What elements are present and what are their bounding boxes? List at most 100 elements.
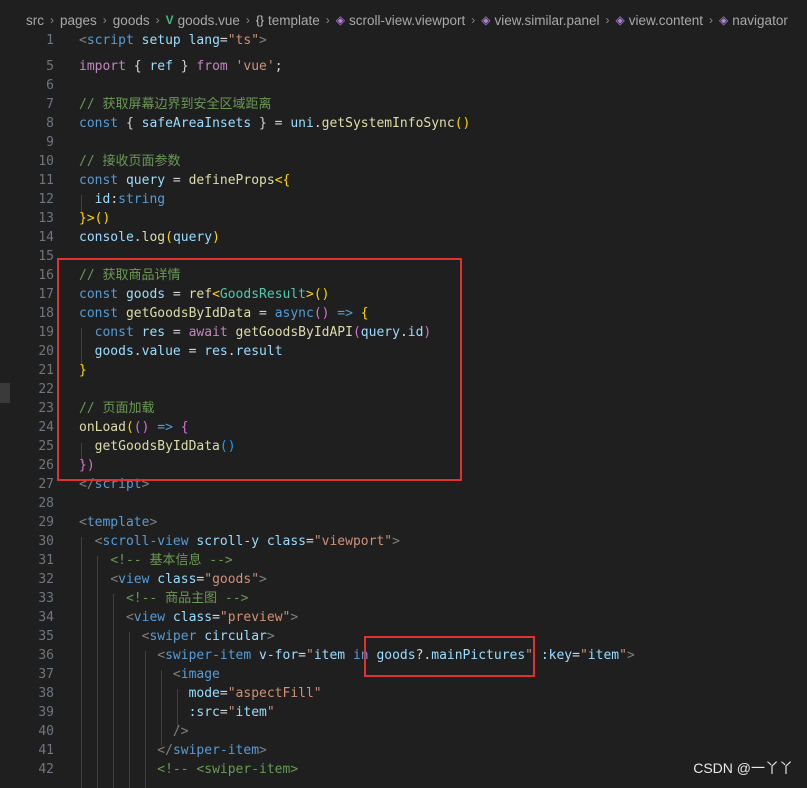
code-line: 30 <scroll-view scroll-y class="viewport…	[0, 532, 807, 551]
code-line: 22	[0, 380, 807, 399]
token: .	[133, 230, 142, 245]
code-line: 9	[0, 133, 807, 152]
token: image	[180, 667, 220, 682]
token: scroll-view	[102, 534, 189, 549]
token: getGoodsByIdAPI	[227, 325, 353, 340]
code-line: 36 <swiper-item v-for="item in goods?.ma…	[0, 646, 807, 665]
line-number: 6	[46, 78, 54, 93]
token: =	[298, 648, 306, 663]
breadcrumb-template[interactable]: {} template	[256, 13, 320, 28]
token: ()	[133, 420, 150, 435]
breadcrumb-pages[interactable]: pages	[60, 13, 97, 28]
breadcrumb-src[interactable]: src	[26, 13, 44, 28]
line-number: 16	[38, 268, 54, 283]
code-line: 5 import { ref } from 'vue';	[0, 57, 807, 76]
token: =	[180, 344, 205, 359]
token: getGoodsByIdData	[118, 306, 252, 321]
token: class	[259, 534, 306, 549]
token: mainPictures	[431, 648, 526, 663]
line-number: 33	[38, 591, 54, 606]
token: >	[259, 572, 267, 587]
line-number: 20	[38, 344, 54, 359]
token: {	[180, 420, 189, 435]
breadcrumb-label: view.content	[628, 12, 704, 28]
breadcrumb-file[interactable]: Vgoods.vue	[166, 13, 240, 28]
token: await	[188, 325, 228, 340]
token: from	[196, 59, 228, 74]
token: }>	[79, 211, 95, 226]
token: "	[227, 705, 236, 720]
token: swiper-item	[172, 743, 260, 758]
line-number: 37	[38, 667, 54, 682]
breadcrumb-label: view.similar.panel	[494, 12, 600, 28]
line-number: 19	[38, 325, 54, 340]
code-line: 18 const getGoodsByIdData = async() => {	[0, 304, 807, 323]
chevron-right-icon: ›	[709, 13, 714, 27]
breadcrumb-label: scroll-view.viewport	[348, 12, 466, 28]
token: (	[352, 325, 361, 340]
token: <	[110, 572, 119, 587]
breadcrumb-content[interactable]: ◈ view.content	[616, 13, 704, 28]
token: :key	[533, 648, 573, 663]
token: >	[141, 477, 150, 492]
code-line: 6	[0, 76, 807, 95]
token: })	[79, 458, 95, 473]
token: setup	[133, 33, 181, 48]
token: async	[274, 306, 314, 321]
token: <!-- 商品主图 -->	[125, 591, 249, 606]
token: {	[118, 116, 142, 131]
breadcrumb-navigator[interactable]: ◈ navigator	[719, 13, 788, 28]
code-line: 29 <template>	[0, 513, 807, 532]
token: 'vue'	[227, 59, 275, 74]
code-line: 15	[0, 247, 807, 266]
token: item	[235, 705, 267, 720]
line-number: 17	[38, 287, 54, 302]
code-line: 12 id:string	[0, 190, 807, 209]
token: const	[79, 287, 119, 302]
token: <	[79, 33, 87, 48]
token: />	[172, 724, 189, 739]
token: {	[360, 306, 369, 321]
line-number: 34	[38, 610, 54, 625]
token: "	[619, 648, 627, 663]
token: <	[125, 610, 134, 625]
line-number: 40	[38, 724, 54, 739]
chevron-right-icon: ›	[605, 13, 610, 27]
chevron-right-icon: ›	[245, 13, 250, 27]
line-number: 27	[38, 477, 54, 492]
token: import	[79, 59, 126, 74]
token: GoodsResult	[219, 287, 306, 302]
token: =	[219, 33, 228, 48]
code-line: 10 // 接收页面参数	[0, 152, 807, 171]
code-line: 19 const res = await getGoodsByIdAPI(que…	[0, 323, 807, 342]
breadcrumb-goods[interactable]: goods	[113, 13, 150, 28]
token: ()	[313, 306, 330, 321]
code-line: 20 goods.value = res.result	[0, 342, 807, 361]
line-number: 10	[38, 154, 54, 169]
token: <	[172, 667, 181, 682]
token: ()	[313, 287, 330, 302]
token: (	[165, 230, 173, 245]
breadcrumb-scroll-view[interactable]: ◈ scroll-view.viewport	[336, 13, 466, 28]
token: "aspectFill"	[227, 686, 322, 701]
token: .	[399, 325, 408, 340]
token: "ts"	[227, 33, 260, 48]
token: item	[587, 648, 620, 663]
token: query	[118, 173, 166, 188]
token: "preview"	[219, 610, 291, 625]
token: string	[118, 192, 166, 207]
chevron-right-icon: ›	[155, 13, 160, 27]
cube-icon: ◈	[335, 13, 345, 27]
line-number: 12	[38, 192, 54, 207]
vue-icon: V	[165, 13, 174, 27]
line-number: 15	[38, 249, 54, 264]
token: // 获取屏幕边界到安全区域距离	[79, 97, 272, 112]
code-editor[interactable]: 1 <script setup lang="ts"> 5 import { ref …	[0, 33, 807, 788]
code-line: 31 <!-- 基本信息 -->	[0, 551, 807, 570]
code-line: 35 <swiper circular>	[0, 627, 807, 646]
token: goods	[376, 648, 416, 663]
breadcrumb-similar-panel[interactable]: ◈ view.similar.panel	[481, 13, 599, 28]
token: class	[149, 572, 197, 587]
line-number: 29	[38, 515, 54, 530]
token: swiper-item	[165, 648, 252, 663]
